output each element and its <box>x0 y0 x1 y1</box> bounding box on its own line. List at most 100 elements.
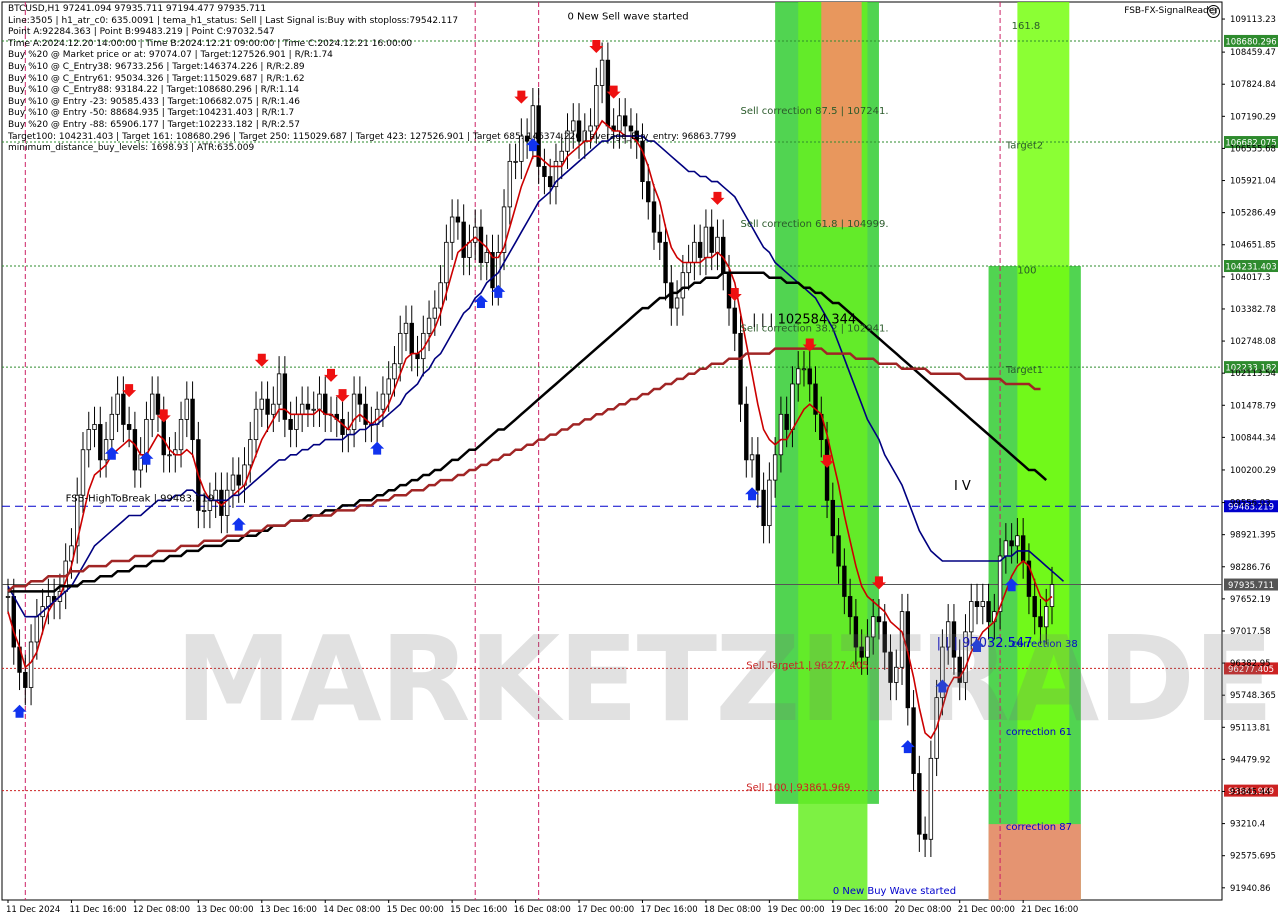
price-bar-body <box>374 408 380 425</box>
price-bar-body <box>1003 540 1009 557</box>
price-bar-body <box>288 418 293 430</box>
y-tick-label: 101478.79 <box>1230 401 1276 411</box>
price-bar-body <box>1020 535 1026 562</box>
x-tick-label: 11 Dec 16:00 <box>69 905 126 915</box>
info-line: minimum_distance_buy_levels: 1698.93 | A… <box>8 143 255 154</box>
zone-label: Sell correction 87.5 | 107241. <box>741 106 889 117</box>
price-bar-body <box>744 403 749 461</box>
price-bar-body <box>357 393 363 405</box>
x-tick-label: 12 Dec 08:00 <box>133 905 190 915</box>
y-tick-label: 104017.3 <box>1230 273 1271 283</box>
zone-label: correction 87 <box>1006 822 1072 833</box>
level-tag-text: 108680.296 <box>1225 37 1276 47</box>
price-bar-body <box>155 393 161 415</box>
y-tick-label: 105286.49 <box>1230 209 1276 219</box>
price-bar-body <box>178 418 184 451</box>
x-tick-label: 16 Dec 08:00 <box>514 905 571 915</box>
price-bar-body <box>674 297 680 309</box>
price-bar-body <box>778 413 784 456</box>
price-bar-body <box>409 322 414 355</box>
price-bar-body <box>784 413 789 430</box>
price-bar-body <box>259 398 264 410</box>
price-bar-body <box>680 272 686 299</box>
info-line: Buy %10 @ C_Entry61: 95034.326 | Target:… <box>8 73 305 84</box>
price-bar-body <box>265 398 270 415</box>
price-bar-body <box>749 454 755 461</box>
price-bar-body <box>253 408 259 441</box>
y-tick-label: 97652.19 <box>1230 595 1271 605</box>
y-tick-label: 107824.84 <box>1230 80 1276 90</box>
watermark: MARKETZITRADE <box>175 610 1274 748</box>
price-bar-body <box>542 166 547 177</box>
x-tick-label: 13 Dec 00:00 <box>196 905 253 915</box>
info-line: Time A:2024.12.20 14:00:00 | Time B:2024… <box>8 38 413 49</box>
price-bar-body <box>351 393 357 430</box>
info-line: Point A:92284.363 | Point B:99483.219 | … <box>8 27 275 38</box>
price-bar-body <box>392 363 397 380</box>
price-bar-body <box>767 479 772 527</box>
price-bar-body <box>836 535 841 567</box>
price-bar-body <box>1009 540 1014 547</box>
info-line: Buy %10 @ Entry -50: 88684.935 | Target:… <box>8 108 295 119</box>
price-bar-body <box>761 489 766 527</box>
price-bar-body <box>461 221 466 258</box>
x-tick-label: 14 Dec 08:00 <box>323 905 380 915</box>
price-bar-body <box>703 226 709 258</box>
price-bar-body <box>807 368 812 385</box>
price-bar-body <box>340 418 345 435</box>
info-line: BTCUSD,H1 97241.094 97935.711 97194.477 … <box>8 4 267 14</box>
price-bar-body <box>830 499 836 537</box>
zone-label: Sell correction 61.8 | 104999. <box>741 219 889 230</box>
price-bar-body <box>478 226 484 263</box>
x-tick-label: 19 Dec 16:00 <box>831 905 888 915</box>
price-bar-body <box>790 383 795 430</box>
price-bar-body <box>426 317 432 334</box>
price-bar-body <box>224 489 230 516</box>
price-bar-body <box>692 241 697 263</box>
x-tick-label: 19 Dec 00:00 <box>767 905 824 915</box>
price-bar-body <box>167 454 172 457</box>
price-bar-body <box>547 176 553 188</box>
price-bar-body <box>109 413 115 441</box>
price-bar-body <box>796 368 801 385</box>
zone-label: 161.8 <box>1012 21 1041 32</box>
y-tick-label: 106555.68 <box>1230 144 1276 154</box>
zone-label: Target1 <box>1005 365 1043 376</box>
chart-annotation: 0 New Buy Wave started <box>833 886 956 897</box>
level-tag-text: 97935.711 <box>1228 581 1274 591</box>
price-bar-body <box>103 439 109 461</box>
price-bar-body <box>28 641 34 688</box>
price-bar-body <box>438 282 443 309</box>
price-bar-body <box>219 489 224 516</box>
x-tick-label: 15 Dec 16:00 <box>450 905 507 915</box>
price-bar-body <box>149 393 155 420</box>
price-bar-body <box>126 424 132 430</box>
price-bar-body <box>380 393 386 410</box>
price-bar-body <box>917 773 922 835</box>
price-bar-body <box>738 332 743 405</box>
x-tick-label: 15 Dec 00:00 <box>387 905 444 915</box>
zone-label: Target2 <box>1005 141 1043 152</box>
price-bar-body <box>311 408 316 411</box>
price-bar-body <box>444 241 449 284</box>
price-bar-body <box>121 393 126 425</box>
x-tick-label: 20 Dec 08:00 <box>894 905 951 915</box>
info-panel: BTCUSD,H1 97241.094 97935.711 97194.477 … <box>8 4 736 155</box>
y-tick-label: 100844.34 <box>1230 433 1276 443</box>
target-zone <box>988 824 1081 900</box>
price-bar-body <box>928 757 934 840</box>
zone-label: Sell 100 | 93861.969 <box>746 783 850 794</box>
price-bar-body <box>801 368 807 371</box>
price-bar-body <box>132 429 138 471</box>
y-tick-label: 93210.4 <box>1230 820 1265 830</box>
y-tick-label: 105921.04 <box>1230 177 1276 187</box>
price-bar-body <box>144 418 149 456</box>
price-bar-body <box>236 474 241 486</box>
price-bar-body <box>1015 535 1020 547</box>
price-bar-body <box>403 322 409 334</box>
zone-label: 100 <box>1017 266 1036 277</box>
price-bar-body <box>86 429 91 451</box>
price-bar-body <box>323 393 328 415</box>
x-tick-label: 17 Dec 00:00 <box>577 905 634 915</box>
price-bar-body <box>697 241 703 258</box>
